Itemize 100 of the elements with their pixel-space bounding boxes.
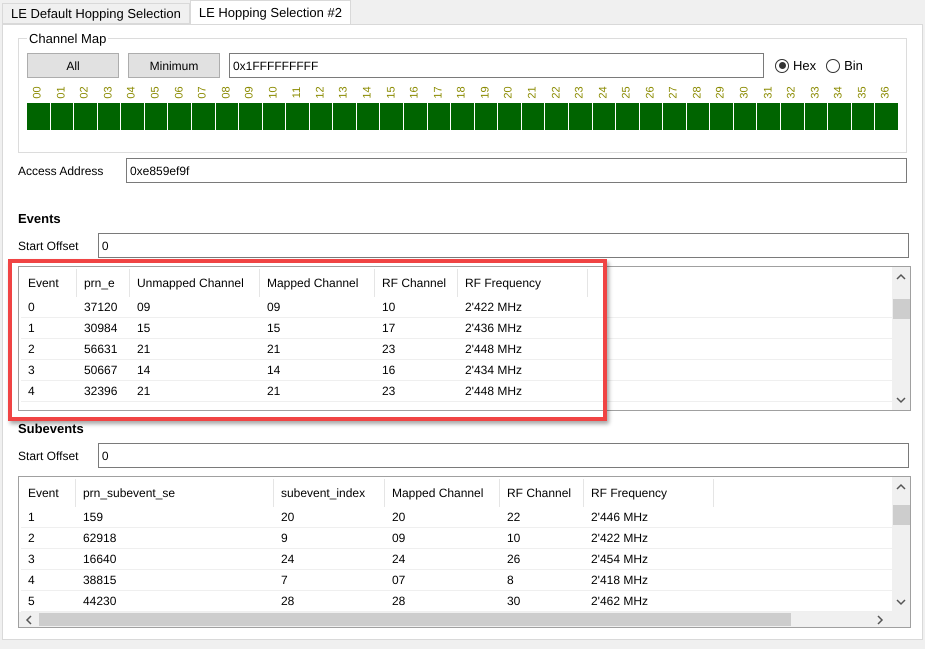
channel-cell[interactable]: [286, 103, 309, 130]
channel-cell[interactable]: [568, 103, 592, 130]
channel-cell[interactable]: [734, 103, 756, 130]
table-cell-text: 1: [27, 509, 36, 526]
channel-cell[interactable]: [663, 103, 686, 130]
channel-number: 03: [103, 86, 114, 98]
vertical-scrollbar[interactable]: [892, 477, 910, 612]
table-cell-text: 2'436 MHz: [464, 320, 523, 337]
channel-cell[interactable]: [356, 103, 380, 130]
channel-number: 29: [716, 86, 728, 98]
channel-cell[interactable]: [27, 103, 50, 130]
column-header[interactable]: Event: [21, 269, 77, 297]
channel-cell[interactable]: [262, 103, 286, 130]
channel-number: 26: [645, 86, 656, 98]
channel-cell[interactable]: [686, 103, 710, 130]
channel-number: 17: [433, 86, 444, 98]
column-header[interactable]: Mapped Channel: [260, 269, 375, 297]
channel-cell[interactable]: [428, 103, 450, 130]
channel-cell[interactable]: [121, 103, 144, 130]
scroll-thumb[interactable]: [892, 298, 910, 318]
table-cell-text: 10: [506, 530, 522, 547]
channel-cell[interactable]: [474, 103, 498, 130]
table-cell-text: 38815: [82, 572, 118, 589]
channel-cell[interactable]: [616, 103, 639, 130]
channel-cell[interactable]: [781, 103, 804, 130]
channel-cell[interactable]: [144, 103, 168, 130]
column-header[interactable]: prn_e: [77, 269, 130, 297]
channel-cell[interactable]: [310, 103, 332, 130]
vertical-scrollbar[interactable]: [892, 267, 910, 410]
channel-cell[interactable]: [498, 103, 521, 130]
table-cell-text: 09: [266, 299, 282, 316]
channel-cell[interactable]: [592, 103, 616, 130]
channel-cell[interactable]: [804, 103, 828, 130]
channel-cell[interactable]: [404, 103, 427, 130]
column-header[interactable]: RF Channel: [500, 479, 584, 507]
column-header[interactable]: prn_subevent_se: [76, 479, 274, 507]
column-header[interactable]: RF Frequency: [584, 479, 714, 507]
channel-cell[interactable]: [98, 103, 120, 130]
channel-number: 24: [598, 86, 610, 98]
channel-number: 34: [834, 86, 845, 98]
channel-cell[interactable]: [852, 103, 874, 130]
channel-cell[interactable]: [640, 103, 662, 130]
table-cell-text: 14: [266, 362, 282, 379]
radio-button[interactable]: [826, 58, 840, 72]
table-cell-text: 15: [136, 320, 152, 337]
column-header[interactable]: Mapped Channel: [385, 479, 500, 507]
channel-map-button[interactable]: All: [27, 53, 119, 78]
table-cell-text: 9: [280, 530, 289, 547]
channel-cell[interactable]: [380, 103, 403, 130]
tab[interactable]: LE Default Hopping Selection: [2, 3, 190, 24]
table-cell-text: 7: [280, 572, 289, 589]
channel-cell[interactable]: [192, 103, 214, 130]
channel-number: 00: [32, 86, 44, 98]
channel-number: 18: [456, 86, 468, 98]
table-cell-text: 0: [27, 299, 36, 316]
channel-cell[interactable]: [239, 103, 262, 130]
table-cell-text: 24: [280, 551, 296, 568]
table-cell-text: 2'422 MHz: [464, 299, 523, 316]
table-cell-text: 2'448 MHz: [464, 383, 523, 400]
column-header[interactable]: Event: [21, 479, 76, 507]
scroll-thumb[interactable]: [892, 504, 910, 524]
channel-cell[interactable]: [333, 103, 356, 130]
channel-cell[interactable]: [451, 103, 474, 130]
channel-number: 15: [386, 86, 398, 98]
radio-button[interactable]: [775, 58, 789, 72]
table-cell-text: 159: [82, 509, 104, 526]
table-cell-text: 21: [136, 341, 152, 358]
channel-cell[interactable]: [74, 103, 97, 130]
channel-number: 33: [810, 86, 822, 98]
table-cell-text: 28: [280, 593, 296, 610]
table-cell-text: 09: [136, 299, 152, 316]
channel-cell[interactable]: [757, 103, 780, 130]
scroll-thumb[interactable]: [39, 613, 791, 626]
channel-map-button[interactable]: Minimum: [128, 53, 220, 78]
channel-cell[interactable]: [168, 103, 191, 130]
column-header[interactable]: Unmapped Channel: [130, 269, 260, 297]
horizontal-scrollbar[interactable]: [19, 612, 910, 627]
channel-cell[interactable]: [216, 103, 238, 130]
column-header[interactable]: RF Frequency: [458, 269, 588, 297]
table-cell-text: 44230: [82, 593, 118, 610]
channel-cell[interactable]: [545, 103, 568, 130]
table-cell-text: 3: [27, 551, 36, 568]
column-header[interactable]: RF Channel: [375, 269, 458, 297]
table-cell-text: 21: [266, 383, 282, 400]
access-address-field[interactable]: 0xe859ef9f: [126, 158, 907, 183]
start-offset-field[interactable]: 0: [98, 233, 909, 258]
tab[interactable]: LE Hopping Selection #2: [190, 0, 351, 24]
group-title: Channel Map: [27, 31, 108, 47]
table-cell-text: 2'418 MHz: [590, 572, 649, 589]
channel-cell[interactable]: [710, 103, 733, 130]
channel-cell[interactable]: [828, 103, 851, 130]
channel-cell[interactable]: [875, 103, 898, 130]
channel-map-field[interactable]: 0x1FFFFFFFFF: [229, 53, 764, 78]
column-header[interactable]: subevent_index: [274, 479, 385, 507]
start-offset-field[interactable]: 0: [98, 443, 909, 468]
channel-number: 21: [528, 86, 539, 98]
channel-cell[interactable]: [522, 103, 544, 130]
channel-number: 23: [574, 86, 586, 98]
channel-cell[interactable]: [50, 103, 74, 130]
channel-number: 01: [56, 86, 68, 98]
